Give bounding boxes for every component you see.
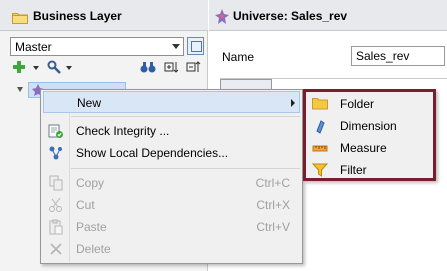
menu-item-label: Show Local Dependencies...: [76, 146, 229, 160]
expand-all-icon[interactable]: [164, 60, 180, 76]
menu-item-shortcut: Ctrl+V: [256, 220, 290, 234]
submenu-arrow-icon: [291, 99, 295, 107]
panel-title: Business Layer: [33, 9, 122, 23]
menu-item-label: New: [77, 96, 102, 110]
menu-item-delete[interactable]: Delete: [43, 238, 300, 260]
menu-item-check-integrity[interactable]: Check Integrity ...: [43, 120, 300, 142]
folder-icon: [312, 96, 328, 112]
folder-icon: [12, 11, 28, 27]
universe-icon: [214, 9, 230, 27]
menu-item-copy[interactable]: Copy Ctrl+C: [43, 172, 300, 194]
submenu-item-folder[interactable]: Folder: [306, 93, 433, 115]
menu-separator: [71, 168, 300, 169]
universe-header: Universe: Sales_rev: [209, 0, 447, 31]
tools-dropdown-icon[interactable]: [66, 66, 72, 70]
business-layer-header: Business Layer: [0, 0, 208, 31]
menu-separator: [71, 116, 300, 117]
collapse-all-icon[interactable]: [186, 60, 202, 76]
universe-title: Universe: Sales_rev: [233, 9, 348, 23]
name-label: Name: [222, 50, 255, 64]
layer-selector-value: Master: [15, 40, 52, 54]
tree-expand-icon[interactable]: [17, 87, 23, 92]
filter-icon: [311, 162, 329, 178]
delete-icon: [48, 241, 64, 257]
copy-icon: [48, 175, 64, 191]
submenu-item-label: Dimension: [340, 119, 397, 133]
tools-icon[interactable]: [47, 60, 63, 76]
layer-selector[interactable]: Master: [10, 37, 184, 56]
check-integrity-icon: [48, 123, 64, 139]
menu-item-cut[interactable]: Cut Ctrl+X: [43, 194, 300, 216]
submenu-item-dimension[interactable]: Dimension: [306, 115, 433, 137]
chevron-down-icon: [172, 44, 180, 49]
paste-icon: [48, 219, 64, 235]
dimension-icon: [312, 118, 328, 134]
menu-item-label: Copy: [76, 176, 105, 190]
submenu-item-label: Measure: [340, 141, 387, 155]
menu-item-label: Cut: [76, 198, 95, 212]
menu-item-label: Check Integrity ...: [76, 124, 170, 138]
context-menu: New Check Integrity ... Show Local Depen…: [40, 89, 303, 264]
submenu-item-label: Folder: [340, 97, 375, 111]
layer-options-button[interactable]: [187, 37, 204, 55]
menu-item-label: Paste: [76, 220, 107, 234]
menu-item-label: Delete: [76, 242, 111, 256]
name-input[interactable]: [351, 46, 445, 66]
submenu-item-measure[interactable]: Measure: [306, 137, 433, 159]
menu-item-new[interactable]: New: [43, 91, 300, 113]
scissors-icon: [48, 197, 64, 213]
dependencies-icon: [48, 145, 64, 161]
submenu-item-label: Filter: [340, 163, 367, 177]
menu-item-shortcut: Ctrl+C: [255, 176, 290, 190]
business-layer-toolbar: [0, 60, 208, 78]
new-submenu: Folder Dimension Measure Filter: [303, 89, 436, 181]
measure-icon: [312, 140, 328, 156]
menu-item-paste[interactable]: Paste Ctrl+V: [43, 216, 300, 238]
add-dropdown-icon[interactable]: [33, 66, 39, 70]
binoculars-icon[interactable]: [140, 60, 156, 76]
submenu-item-filter[interactable]: Filter: [306, 159, 433, 181]
menu-item-shortcut: Ctrl+X: [256, 198, 290, 212]
add-icon[interactable]: [12, 60, 26, 76]
menu-item-show-local-dependencies[interactable]: Show Local Dependencies...: [43, 142, 300, 164]
